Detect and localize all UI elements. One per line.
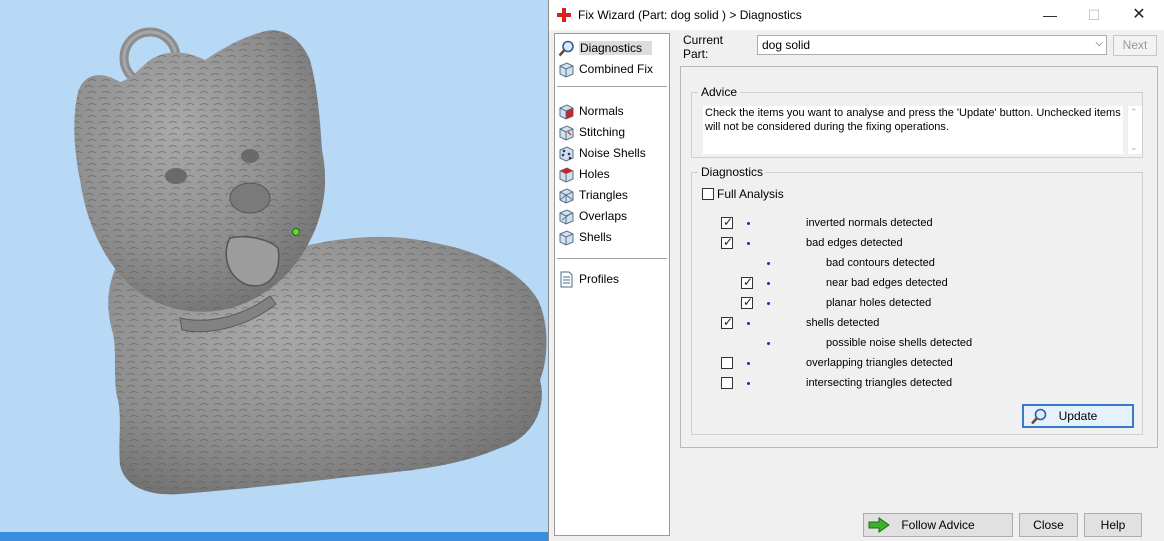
dog-model-render bbox=[74, 27, 547, 495]
document-icon bbox=[560, 271, 573, 287]
nav-separator bbox=[557, 86, 667, 87]
bullet bbox=[767, 342, 770, 345]
current-part-select[interactable]: dog solid ⌵ bbox=[757, 35, 1107, 55]
nav-item-shells[interactable]: Shells bbox=[558, 227, 612, 247]
nav-item-noise-shells[interactable]: Noise Shells bbox=[558, 143, 646, 163]
overlap-cube-icon bbox=[559, 208, 574, 225]
intersecting-triangles-checkbox[interactable] bbox=[721, 377, 733, 389]
bullet bbox=[767, 262, 770, 265]
bad-edges-label: bad edges detected bbox=[806, 237, 903, 249]
bullet bbox=[747, 242, 750, 245]
title-bar[interactable]: Fix Wizard (Part: dog solid ) > Diagnost… bbox=[549, 0, 1164, 30]
nav-separator bbox=[557, 258, 667, 259]
noise-cube-icon bbox=[559, 145, 574, 162]
bad-edges-checkbox[interactable]: ✓ bbox=[721, 235, 733, 249]
nav-item-profiles[interactable]: Profiles bbox=[558, 269, 619, 289]
hole-cube-icon bbox=[559, 166, 574, 183]
minimize-button[interactable]: — bbox=[1027, 0, 1073, 30]
overlapping-triangles-label: overlapping triangles detected bbox=[806, 357, 953, 369]
near-bad-edges-checkbox[interactable]: ✓ bbox=[741, 275, 753, 289]
shells-label: shells detected bbox=[806, 317, 880, 329]
magnifier-icon bbox=[558, 40, 574, 56]
full-analysis-checkbox[interactable] bbox=[702, 188, 714, 200]
close-button[interactable]: Close bbox=[1019, 513, 1078, 537]
bullet bbox=[767, 282, 770, 285]
intersecting-triangles-label: intersecting triangles detected bbox=[806, 377, 953, 389]
nav-item-stitching[interactable]: Stitching bbox=[558, 122, 625, 142]
red-cross-icon bbox=[557, 8, 571, 22]
bullet bbox=[767, 302, 770, 305]
bullet bbox=[747, 222, 750, 225]
stitch-cube-icon bbox=[559, 124, 574, 141]
diagnostics-title: Diagnostics bbox=[698, 165, 767, 179]
window-title: Fix Wizard (Part: dog solid ) > Diagnost… bbox=[578, 8, 802, 22]
follow-advice-button[interactable]: Follow Advice bbox=[863, 513, 1013, 537]
red-cube-icon bbox=[559, 103, 574, 120]
bad-contours-label: bad contours detected bbox=[826, 257, 935, 269]
inverted-normals-checkbox[interactable]: ✓ bbox=[721, 215, 733, 229]
viewport-bottom-strip bbox=[0, 532, 550, 541]
near-bad-edges-label: near bad edges detected bbox=[826, 277, 948, 289]
advice-scrollbar[interactable]: ⌃ ⌄ bbox=[1127, 106, 1142, 154]
bullet bbox=[747, 362, 750, 365]
triangle-cube-icon bbox=[559, 187, 574, 204]
help-button[interactable]: Help bbox=[1084, 513, 1142, 537]
planar-holes-label: planar holes detected bbox=[826, 297, 932, 309]
green-arrow-icon bbox=[868, 517, 890, 533]
cube-icon bbox=[559, 61, 574, 78]
maximize-button[interactable]: ☐ bbox=[1071, 0, 1117, 30]
close-window-button[interactable]: ✕ bbox=[1116, 0, 1162, 30]
nav-item-combined-fix[interactable]: Combined Fix bbox=[558, 59, 653, 79]
overlapping-triangles-checkbox[interactable] bbox=[721, 357, 733, 369]
advice-title: Advice bbox=[698, 85, 741, 99]
next-button[interactable]: Next bbox=[1113, 35, 1157, 56]
3d-viewport[interactable] bbox=[0, 0, 550, 541]
update-button[interactable]: Update bbox=[1022, 404, 1134, 428]
advice-text: Check the items you want to analyse and … bbox=[703, 106, 1123, 154]
magnifier-icon bbox=[1031, 408, 1047, 425]
nav-item-diagnostics[interactable]: Diagnostics bbox=[558, 38, 653, 58]
planar-holes-checkbox[interactable]: ✓ bbox=[741, 295, 753, 309]
chevron-up-icon: ⌃ bbox=[1130, 107, 1138, 117]
current-part-label: Current Part: bbox=[683, 33, 724, 61]
chevron-down-icon: ⌵ bbox=[1095, 38, 1103, 49]
wizard-nav-panel: Diagnostics Combined Fix Normals Stitchi… bbox=[554, 33, 670, 536]
chevron-down-icon: ⌄ bbox=[1130, 142, 1138, 152]
bullet bbox=[747, 382, 750, 385]
inverted-normals-label: inverted normals detected bbox=[806, 217, 933, 229]
noise-shells-label: possible noise shells detected bbox=[826, 337, 973, 349]
nav-item-overlaps[interactable]: Overlaps bbox=[558, 206, 627, 226]
nav-item-triangles[interactable]: Triangles bbox=[558, 185, 628, 205]
bullet bbox=[747, 322, 750, 325]
shells-checkbox[interactable]: ✓ bbox=[721, 315, 733, 329]
nav-item-holes[interactable]: Holes bbox=[558, 164, 610, 184]
nav-item-normals[interactable]: Normals bbox=[558, 101, 624, 121]
shell-cube-icon bbox=[559, 229, 574, 246]
full-analysis-label: Full Analysis bbox=[717, 187, 784, 201]
pick-point-marker bbox=[292, 228, 300, 236]
